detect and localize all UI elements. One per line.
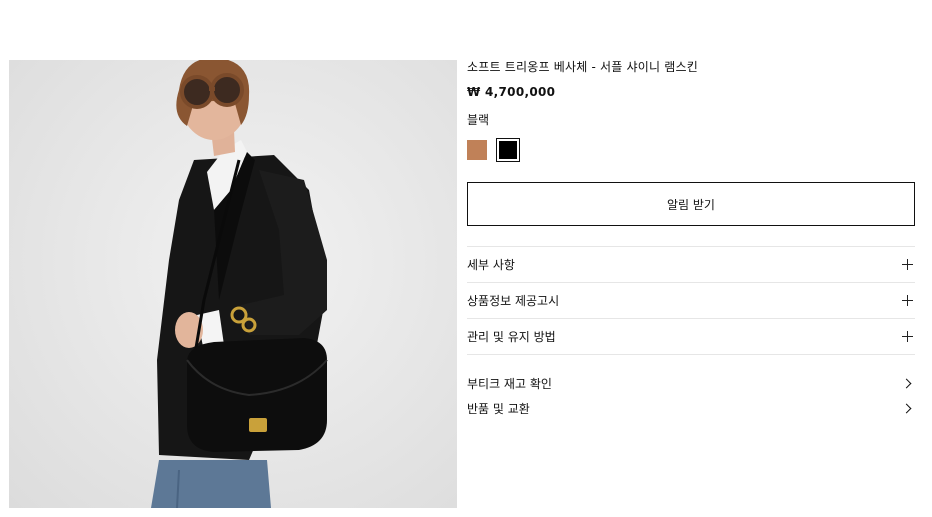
service-links: 부티크 재고 확인 반품 및 교환 xyxy=(467,371,915,421)
product-page: 소프트 트리옹프 베사체 - 서플 샤이니 램스킨 ₩ 4,700,000 블랙… xyxy=(0,0,932,517)
accordion-item-label: 관리 및 유지 방법 xyxy=(467,330,556,344)
plus-icon xyxy=(902,259,913,270)
link-label: 부티크 재고 확인 xyxy=(467,377,552,391)
boutique-stock-link[interactable]: 부티크 재고 확인 xyxy=(467,371,915,396)
accordion-item-label: 세부 사항 xyxy=(467,258,515,272)
product-info-panel: 소프트 트리옹프 베사체 - 서플 샤이니 램스킨 ₩ 4,700,000 블랙… xyxy=(467,58,915,421)
chevron-right-icon xyxy=(901,403,912,414)
accordion-item-label: 상품정보 제공고시 xyxy=(467,294,560,308)
color-swatch-tan[interactable] xyxy=(467,140,487,160)
details-accordion: 세부 사항 상품정보 제공고시 관리 및 유지 방법 xyxy=(467,246,915,355)
link-label: 반품 및 교환 xyxy=(467,402,530,416)
selected-color-label: 블랙 xyxy=(467,113,490,127)
accordion-item-details[interactable]: 세부 사항 xyxy=(467,247,915,283)
accordion-item-care[interactable]: 관리 및 유지 방법 xyxy=(467,319,915,355)
model-with-bag-illustration xyxy=(151,60,328,508)
chevron-right-icon xyxy=(901,378,912,389)
product-image[interactable] xyxy=(9,60,457,508)
color-swatch-black-fill xyxy=(499,141,517,159)
returns-exchange-link[interactable]: 반품 및 교환 xyxy=(467,396,915,421)
color-swatches xyxy=(467,138,915,162)
plus-icon xyxy=(902,295,913,306)
accordion-item-product-info[interactable]: 상품정보 제공고시 xyxy=(467,283,915,319)
product-price: ₩ 4,700,000 xyxy=(467,85,556,99)
product-title: 소프트 트리옹프 베사체 - 서플 샤이니 램스킨 xyxy=(467,60,698,74)
color-swatch-black[interactable] xyxy=(496,138,520,162)
notify-me-button[interactable]: 알림 받기 xyxy=(467,182,915,226)
plus-icon xyxy=(902,331,913,342)
